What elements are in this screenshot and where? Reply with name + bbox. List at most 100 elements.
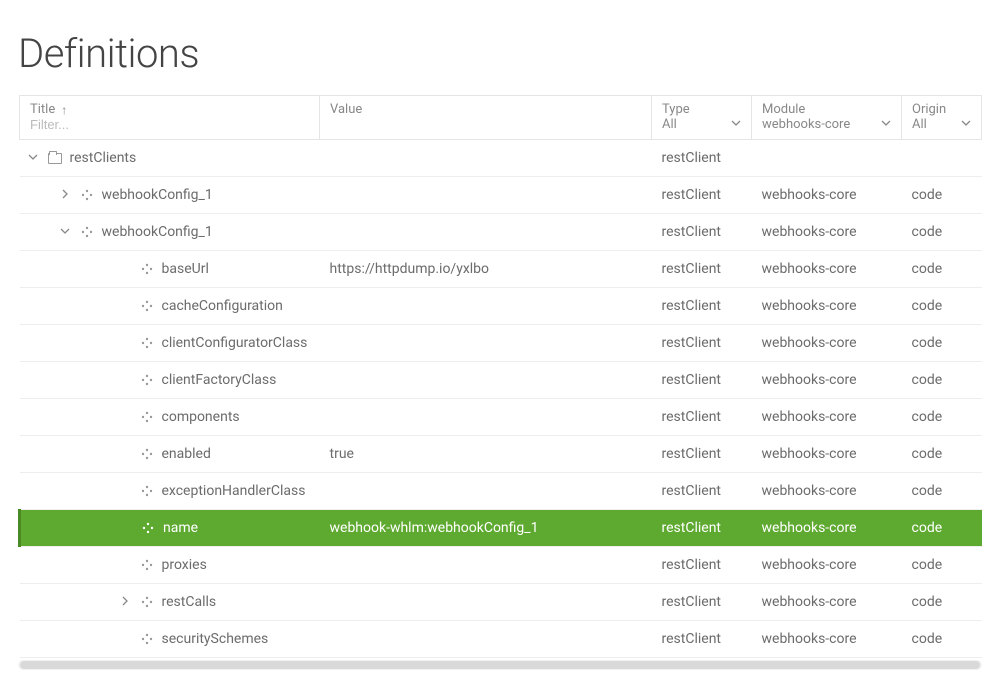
row-title-label: restCalls	[162, 594, 217, 610]
type-filter-value: All	[662, 117, 677, 132]
col-header-title-label: Title	[30, 102, 55, 117]
cell-type: restClient	[652, 510, 752, 547]
table-row[interactable]: webhookConfig_1restClientwebhooks-coreco…	[20, 214, 982, 251]
row-title-label: cacheConfiguration	[162, 298, 283, 314]
cell-type: restClient	[652, 214, 752, 251]
cell-origin: code	[902, 288, 982, 325]
cell-type: restClient	[652, 288, 752, 325]
table-row[interactable]: enabledtruerestClientwebhooks-corecode	[20, 436, 982, 473]
cell-title[interactable]: clientConfiguratorClass	[20, 325, 320, 362]
cell-module: webhooks-core	[752, 251, 902, 288]
row-title-label: clientFactoryClass	[162, 372, 277, 388]
sort-asc-icon: ↑	[61, 103, 67, 117]
cell-module: webhooks-core	[752, 584, 902, 621]
row-title-label: webhookConfig_1	[102, 224, 213, 240]
cell-value: https://httpdump.io/yxlbo	[320, 251, 652, 288]
cell-module: webhooks-core	[752, 177, 902, 214]
cell-value	[320, 140, 652, 177]
col-header-module-label: Module	[762, 102, 805, 117]
col-header-value-label: Value	[330, 102, 362, 117]
cell-module: webhooks-core	[752, 399, 902, 436]
cell-title[interactable]: restCalls	[20, 584, 320, 621]
title-filter-input[interactable]	[30, 117, 309, 132]
cell-origin: code	[902, 547, 982, 584]
cell-title[interactable]: exceptionHandlerClass	[20, 473, 320, 510]
scrollbar-thumb[interactable]	[20, 661, 980, 669]
row-title-label: proxies	[162, 557, 207, 573]
page-title: Definitions	[18, 0, 982, 95]
cell-title[interactable]: clientFactoryClass	[20, 362, 320, 399]
col-header-title[interactable]: Title ↑	[20, 96, 320, 140]
cell-value	[320, 288, 652, 325]
table-row[interactable]: clientFactoryClass restClientwebhooks-cor…	[20, 362, 982, 399]
cell-module: webhooks-core	[752, 510, 902, 547]
cell-module: webhooks-core	[752, 473, 902, 510]
cell-module: webhooks-core	[752, 325, 902, 362]
cell-value	[320, 325, 652, 362]
cell-title[interactable]: webhookConfig_1	[20, 177, 320, 214]
cell-type: restClient	[652, 399, 752, 436]
cell-title[interactable]: cacheConfiguration	[20, 288, 320, 325]
content-node-icon	[140, 595, 154, 609]
cell-type: restClient	[652, 547, 752, 584]
cell-value	[320, 399, 652, 436]
col-header-type[interactable]: Type All	[652, 96, 752, 140]
cell-origin: code	[902, 510, 982, 547]
expander-closed-icon[interactable]	[118, 595, 132, 609]
table-row[interactable]: restClientsrestClient	[20, 140, 982, 177]
table-row[interactable]: componentsrestClientwebhooks-corecode	[20, 399, 982, 436]
cell-module: webhooks-core	[752, 288, 902, 325]
cell-title[interactable]: baseUrl	[20, 251, 320, 288]
origin-filter-dropdown[interactable]: All	[912, 117, 971, 132]
row-title-label: securitySchemes	[162, 631, 269, 647]
cell-value: webhook-whlm:webhookConfig_1	[320, 510, 652, 547]
content-node-icon	[140, 447, 154, 461]
row-title-label: exceptionHandlerClass	[162, 483, 306, 499]
cell-type: restClient	[652, 584, 752, 621]
content-node-icon	[140, 410, 154, 424]
cell-value	[320, 621, 652, 658]
content-node-icon	[140, 484, 154, 498]
cell-module: webhooks-core	[752, 621, 902, 658]
cell-title[interactable]: enabled	[20, 436, 320, 473]
cell-module: webhooks-core	[752, 362, 902, 399]
content-node-icon	[140, 558, 154, 572]
cell-type: restClient	[652, 325, 752, 362]
cell-type: restClient	[652, 362, 752, 399]
expander-open-icon[interactable]	[58, 225, 72, 239]
cell-type: restClient	[652, 177, 752, 214]
content-node-icon	[140, 299, 154, 313]
table-row[interactable]: proxiesrestClientwebhooks-corecode	[20, 547, 982, 584]
cell-title[interactable]: webhookConfig_1	[20, 214, 320, 251]
table-row[interactable]: restCallsrestClientwebhooks-corecode	[20, 584, 982, 621]
cell-title[interactable]: name	[20, 510, 320, 547]
cell-title[interactable]: components	[20, 399, 320, 436]
type-filter-dropdown[interactable]: All	[662, 117, 741, 132]
col-header-value[interactable]: Value	[320, 96, 652, 140]
table-row[interactable]: cacheConfiguration restClientwebhooks-cor…	[20, 288, 982, 325]
table-row[interactable]: securitySchemesrestClientwebhooks-coreco…	[20, 621, 982, 658]
cell-type: restClient	[652, 251, 752, 288]
table-row[interactable]: exceptionHandlerClassrestClientwebhooks-…	[20, 473, 982, 510]
table-row[interactable]: namewebhook-whlm:webhookConfig_1restClie…	[20, 510, 982, 547]
expander-open-icon[interactable]	[26, 151, 40, 165]
cell-value	[320, 214, 652, 251]
table-row[interactable]: webhookConfig_1restClientwebhooks-coreco…	[20, 177, 982, 214]
cell-origin	[902, 140, 982, 177]
cell-title[interactable]: proxies	[20, 547, 320, 584]
col-header-origin[interactable]: Origin All	[902, 96, 982, 140]
cell-value	[320, 584, 652, 621]
cell-title[interactable]: securitySchemes	[20, 621, 320, 658]
cell-module: webhooks-core	[752, 214, 902, 251]
row-title-label: clientConfiguratorClass	[162, 335, 308, 351]
table-row[interactable]: baseUrlhttps://httpdump.io/yxlborestClie…	[20, 251, 982, 288]
table-header-row: Title ↑ Value Type All	[20, 96, 982, 140]
module-filter-dropdown[interactable]: webhooks-core	[762, 117, 891, 132]
table-row[interactable]: clientConfiguratorClass restClientwebhook…	[20, 325, 982, 362]
expander-closed-icon[interactable]	[58, 188, 72, 202]
cell-value: true	[320, 436, 652, 473]
cell-origin: code	[902, 473, 982, 510]
cell-title[interactable]: restClients	[20, 140, 320, 177]
col-header-module[interactable]: Module webhooks-core	[752, 96, 902, 140]
cell-type: restClient	[652, 621, 752, 658]
